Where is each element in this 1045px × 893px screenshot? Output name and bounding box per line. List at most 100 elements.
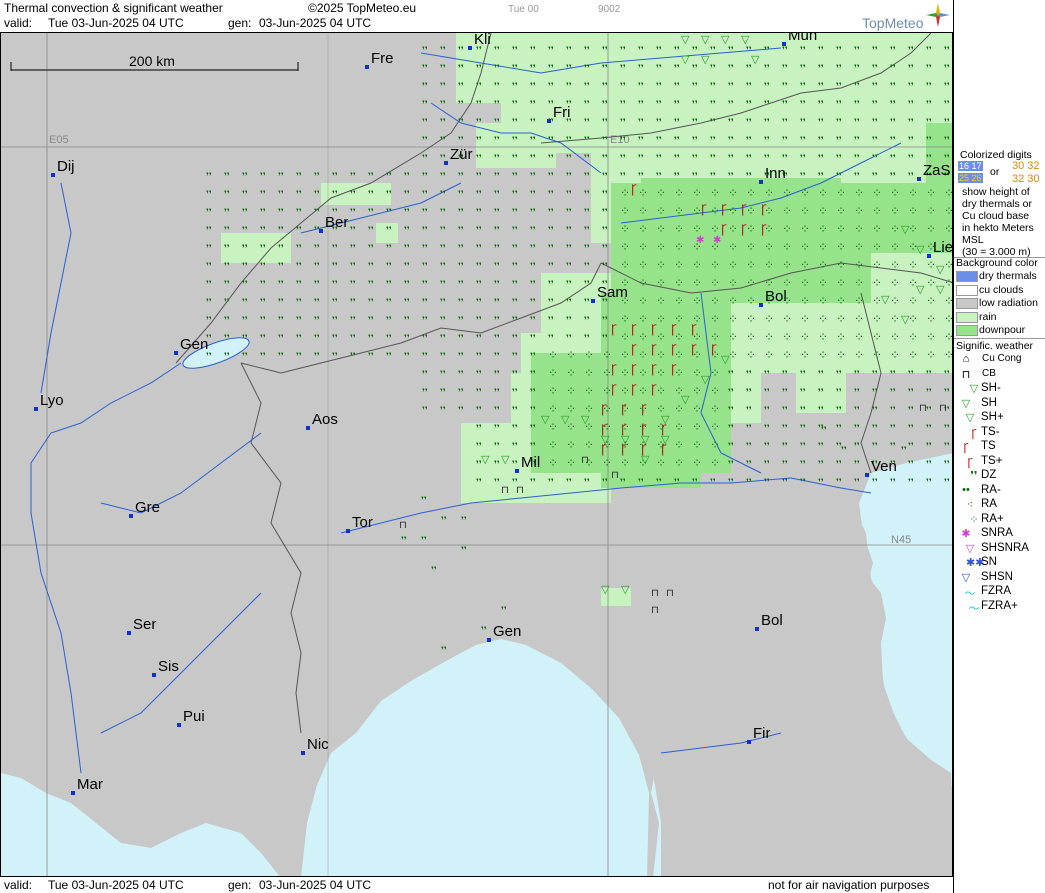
rain-plus-symbol: ⁘ <box>710 204 720 218</box>
footer-gen-value: 03-Jun-2025 04 UTC <box>259 878 372 892</box>
drizzle-symbol: ❜❜ <box>890 478 896 488</box>
drizzle-symbol: ❜❜ <box>278 226 284 236</box>
city-marker-mun[interactable] <box>782 42 786 46</box>
rain-plus-symbol: ⁘ <box>620 186 630 200</box>
rain-plus-symbol: ⁘ <box>656 276 666 290</box>
city-marker-sis[interactable] <box>152 673 156 677</box>
city-marker-mil[interactable] <box>515 469 519 473</box>
rain-plus-symbol: ⁘ <box>674 204 684 218</box>
rain-plus-symbol: ⁘ <box>818 186 828 200</box>
rain-plus-symbol: ⁘ <box>764 348 774 362</box>
drizzle-symbol: ❜❜ <box>350 316 356 326</box>
city-marker-pui[interactable] <box>177 723 181 727</box>
rain-plus-symbol: ⁘ <box>710 366 720 380</box>
drizzle-symbol: ❜❜ <box>386 262 392 272</box>
city-marker-aos[interactable] <box>306 426 310 430</box>
header-bar: Thermal convection & significant weather… <box>0 0 953 32</box>
drizzle-symbol: ❜❜ <box>494 190 500 200</box>
city-marker-bol1[interactable] <box>759 303 763 307</box>
drizzle-symbol: ❜❜ <box>764 46 770 56</box>
drizzle-symbol: ❜❜ <box>764 406 770 416</box>
city-marker-ser[interactable] <box>127 631 131 635</box>
drizzle-symbol: ❜❜ <box>926 118 932 128</box>
drizzle-symbol: ❜❜ <box>890 100 896 110</box>
drizzle-symbol: ❜❜ <box>926 478 932 488</box>
legend-symbol-label: SN <box>981 556 997 568</box>
city-marker-lyo[interactable] <box>34 407 38 411</box>
city-marker-ven[interactable] <box>865 473 869 477</box>
city-marker-nic[interactable] <box>301 751 305 755</box>
drizzle-symbol: ❜❜ <box>854 442 860 452</box>
thunderstorm-symbol: Ꞅ <box>611 382 617 396</box>
rain-plus-symbol: ⁘ <box>746 294 756 308</box>
drizzle-symbol: ❜❜ <box>584 64 590 74</box>
legend-digits-d: 32 30 <box>1012 173 1040 185</box>
drizzle-symbol: ❜❜ <box>566 172 572 182</box>
drizzle-symbol: ❜❜ <box>728 82 734 92</box>
shower-symbol: ▽ <box>916 243 925 256</box>
thunderstorm-symbol: Ꞅ <box>601 422 607 436</box>
rain-plus-symbol: ⁘ <box>674 258 684 272</box>
drizzle-symbol: ❜❜ <box>530 298 536 308</box>
drizzle-symbol: ❜❜ <box>818 388 824 398</box>
legend-symbol-label: FZRA <box>981 585 1012 597</box>
city-marker-tor[interactable] <box>346 529 350 533</box>
drizzle-symbol: ❜❜ <box>818 406 824 416</box>
drizzle-symbol: ❜❜ <box>926 64 932 74</box>
thunderstorm-symbol: Ꞅ <box>631 342 637 356</box>
drizzle-symbol: ❜❜ <box>476 64 482 74</box>
city-marker-zur[interactable] <box>444 161 448 165</box>
rain-plus-symbol: ⁘ <box>746 312 756 326</box>
drizzle-symbol: ❜❜ <box>530 244 536 254</box>
rain-plus-symbol: ⁘ <box>710 456 720 470</box>
drizzle-symbol: ❜❜ <box>782 406 788 416</box>
drizzle-symbol: ❜❜ <box>908 460 914 470</box>
rain-plus-symbol: ⁘ <box>818 204 828 218</box>
drizzle-symbol: ❜❜ <box>458 298 464 308</box>
drizzle-symbol: ❜❜ <box>854 370 860 380</box>
city-marker-bol2[interactable] <box>755 627 759 631</box>
rain-plus-symbol: ⁘ <box>944 330 953 344</box>
city-marker-sam[interactable] <box>591 299 595 303</box>
drizzle-symbol: ❜❜ <box>476 154 482 164</box>
rain-plus-symbol: ⁘ <box>890 294 900 308</box>
rain-plus-symbol: ⁘ <box>836 240 846 254</box>
drizzle-symbol: ❜❜ <box>494 406 500 416</box>
city-label-dij: Dij <box>57 158 75 175</box>
rain-plus-symbol: ⁘ <box>818 312 828 326</box>
legend-symbol-label: RA <box>981 498 997 510</box>
drizzle-symbol: ❜❜ <box>404 190 410 200</box>
drizzle-symbol: ❜❜ <box>476 226 482 236</box>
drizzle-symbol: ❜❜ <box>422 190 428 200</box>
city-marker-kli[interactable] <box>468 46 472 50</box>
drizzle-symbol: ❜❜ <box>710 100 716 110</box>
city-marker-ber[interactable] <box>319 229 323 233</box>
city-marker-gen2[interactable] <box>487 638 491 642</box>
city-marker-gre[interactable] <box>129 514 133 518</box>
rain-plus-symbol: ⁘ <box>818 330 828 344</box>
city-marker-fir[interactable] <box>747 740 751 744</box>
city-marker-lie[interactable] <box>927 254 931 258</box>
shower-symbol: ▽ <box>501 453 510 466</box>
city-marker-inn[interactable] <box>759 180 763 184</box>
drizzle-symbol: ❜❜ <box>404 298 410 308</box>
drizzle-symbol: ❜❜ <box>476 244 482 254</box>
drizzle-symbol: ❜❜ <box>476 406 482 416</box>
weather-map[interactable]: E05 E10 N45 ❜❜❜❜❜❜❜❜❜❜❜❜❜❜❜❜❜❜❜ <box>0 32 953 877</box>
city-marker-fre[interactable] <box>365 65 369 69</box>
drizzle-symbol: ❜❜ <box>224 172 230 182</box>
downpour-area <box>701 253 851 293</box>
city-marker-zas[interactable] <box>917 177 921 181</box>
city-marker-mar[interactable] <box>71 791 75 795</box>
map-canvas[interactable]: E05 E10 N45 ❜❜❜❜❜❜❜❜❜❜❜❜❜❜❜❜❜❜❜❜❜❜❜❜❜❜❜❜… <box>1 33 953 877</box>
city-marker-fri[interactable] <box>547 119 551 123</box>
city-marker-gen1[interactable] <box>174 351 178 355</box>
drizzle-symbol: ❜❜ <box>548 82 554 92</box>
drizzle-symbol: ❜❜ <box>278 244 284 254</box>
rain-plus-symbol: ⁘ <box>890 312 900 326</box>
drizzle-symbol: ❜❜ <box>764 460 770 470</box>
rain-plus-symbol: ⁘ <box>620 456 630 470</box>
drizzle-symbol: ❜❜ <box>224 262 230 272</box>
shower-symbol: ▽ <box>581 413 590 426</box>
city-marker-dij[interactable] <box>51 173 55 177</box>
